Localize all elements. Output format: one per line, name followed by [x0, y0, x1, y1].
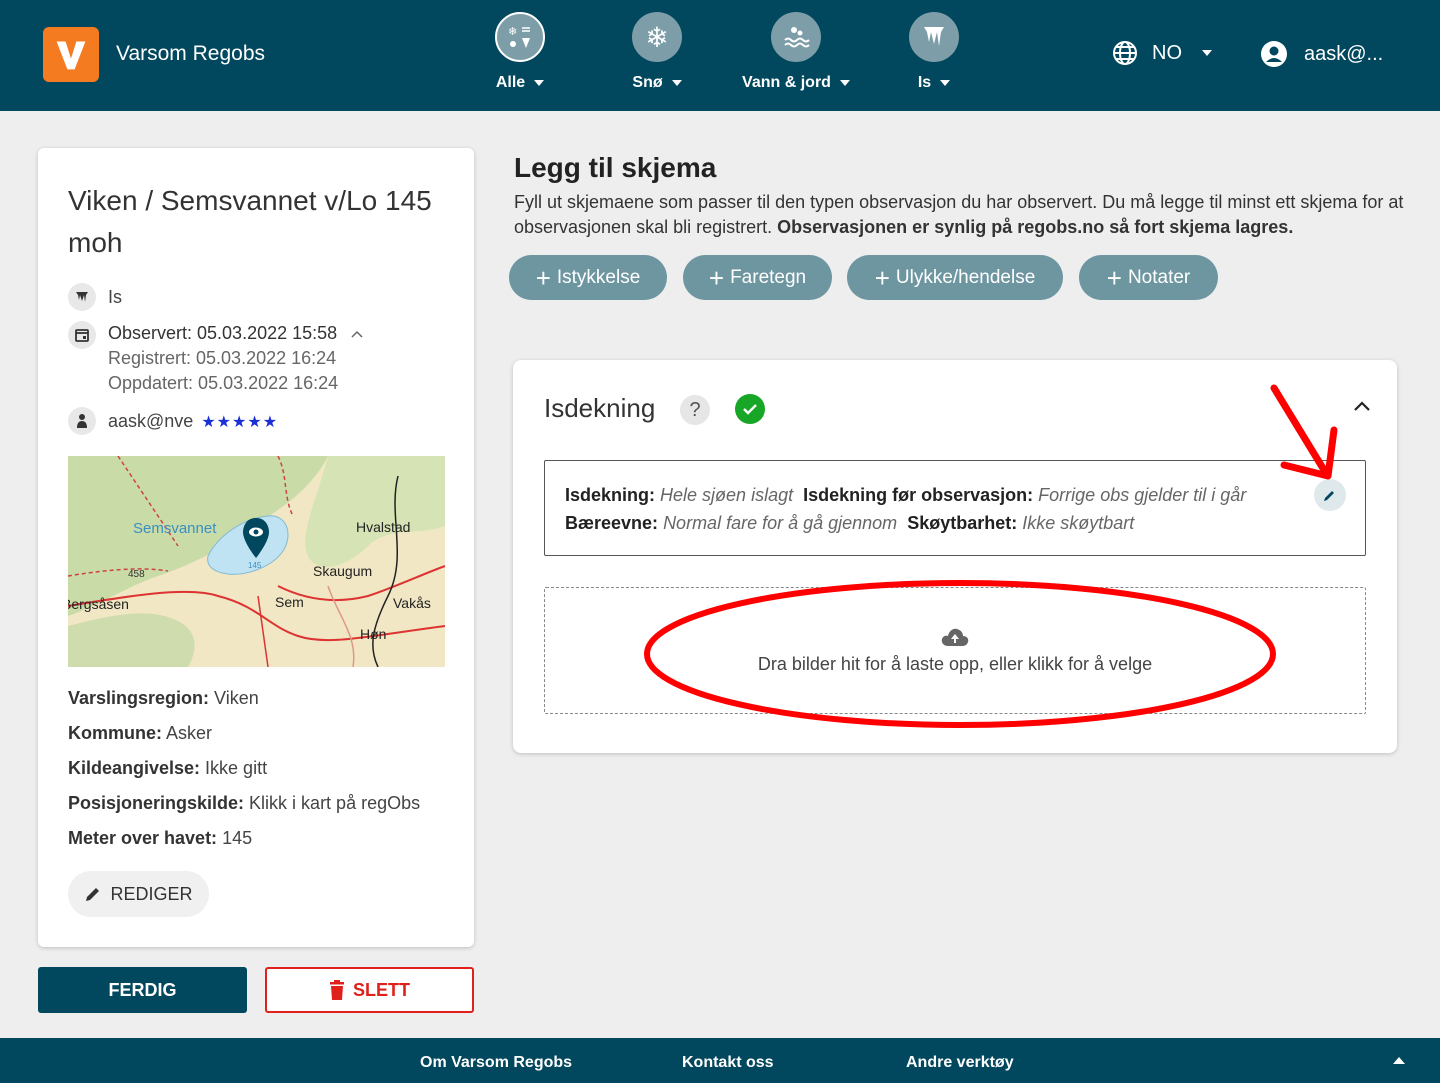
- edit-location-button[interactable]: REDIGER: [68, 871, 209, 917]
- location-map[interactable]: Semsvannet 458 145 Hvalstad Skaugum Sem …: [68, 456, 445, 667]
- nav-vann-jord[interactable]: Vann & jord: [736, 12, 856, 92]
- v-logo-icon: [56, 41, 86, 69]
- field-value: Forrige obs gjelder til i går: [1038, 485, 1247, 505]
- nav-is[interactable]: Is: [874, 12, 994, 92]
- varsom-logo[interactable]: [43, 27, 99, 82]
- observation-type-row: Is: [68, 283, 122, 311]
- user-menu[interactable]: aask@...: [1260, 40, 1383, 68]
- prop-meter-over-havet: Meter over havet: 145: [68, 828, 253, 848]
- section-title: Legg til skjema: [514, 152, 717, 183]
- calendar-icon: [68, 321, 96, 349]
- nav-sno[interactable]: ❄ Snø: [597, 12, 717, 92]
- icicle-icon: [68, 283, 96, 311]
- map-place-label: Sem: [275, 594, 304, 610]
- footer-link-kontakt[interactable]: Kontakt oss: [682, 1054, 774, 1072]
- map-place-label: Høn: [360, 626, 386, 642]
- field-value: Normal fare for å gå gjennom: [663, 513, 898, 533]
- field-key: Isdekning før observasjon:: [803, 485, 1034, 505]
- water-earth-icon: [771, 12, 821, 62]
- registered-date: Registrert: 05.03.2022 16:24: [108, 348, 337, 368]
- chevron-down-icon: [534, 80, 545, 86]
- observed-date: Observert: 05.03.2022 15:58: [108, 323, 338, 343]
- map-place-label: Bergsåsen: [68, 596, 129, 612]
- icicle-icon: [909, 12, 959, 62]
- language-code: NO: [1152, 41, 1182, 64]
- user-name: aask@...: [1304, 42, 1384, 65]
- nav-alle[interactable]: ❄ Alle: [460, 12, 580, 92]
- chevron-up-icon[interactable]: [1393, 1057, 1405, 1064]
- field-value: Hele sjøen islagt: [660, 485, 794, 505]
- language-selector[interactable]: NO: [1112, 40, 1212, 66]
- form-title: Isdekning: [544, 393, 656, 423]
- location-card: Viken / Semsvannet v/Lo 145 moh Is Obser…: [38, 148, 474, 947]
- prop-varslingsregion: Varslingsregion: Viken: [68, 688, 259, 708]
- field-value: Ikke skøytbart: [1022, 513, 1135, 533]
- person-icon: [68, 407, 96, 435]
- map-lake-elevation: 145: [248, 561, 262, 570]
- image-upload-dropzone[interactable]: Dra bilder hit for å laste opp, eller kl…: [544, 587, 1366, 714]
- field-key: Bæreevne:: [565, 513, 659, 533]
- add-faretegn-button[interactable]: + Faretegn: [683, 255, 832, 300]
- snowflake-icon: ❄: [632, 12, 682, 62]
- account-circle-icon: [1261, 41, 1287, 67]
- svg-text:❄: ❄: [508, 25, 517, 38]
- field-key: Skøytbarhet:: [907, 513, 1018, 533]
- app-footer: Om Varsom Regobs Kontakt oss Andre verkt…: [0, 1038, 1440, 1083]
- delete-button[interactable]: SLETT: [265, 967, 474, 1013]
- chevron-down-icon: [839, 80, 850, 86]
- location-title: Viken / Semsvannet v/Lo 145 moh: [68, 185, 432, 258]
- updated-date: Oppdatert: 05.03.2022 16:24: [108, 373, 339, 393]
- done-button[interactable]: FERDIG: [38, 967, 247, 1013]
- nav-label-is: Is: [917, 74, 932, 91]
- chevron-down-icon: [940, 80, 951, 86]
- map-place-label: Hvalstad: [356, 519, 410, 535]
- globe-icon: [1113, 41, 1137, 65]
- map-place-label: Vakås: [393, 595, 431, 611]
- add-ulykke-button[interactable]: + Ulykke/hendelse: [847, 255, 1063, 300]
- plus-icon: +: [1106, 262, 1122, 293]
- date-row: Observert: 05.03.2022 15:58 Registrert: …: [68, 321, 364, 396]
- competence-stars: ★★★★★: [201, 414, 279, 431]
- map-lake-label: Semsvannet: [133, 520, 217, 537]
- chevron-down-icon: [671, 80, 682, 86]
- pencil-icon: [1324, 491, 1334, 501]
- isdekning-form-card: Isdekning ? Isdekning: Hele sjøen islagt…: [513, 360, 1397, 753]
- isdekning-summary: Isdekning: Hele sjøen islagt Isdekning f…: [544, 460, 1366, 556]
- map-elevation-label: 458: [128, 569, 145, 580]
- footer-link-verktoy[interactable]: Andre verktøy: [906, 1054, 1014, 1072]
- help-icon[interactable]: ?: [680, 395, 710, 425]
- plus-icon: +: [535, 262, 551, 293]
- prop-kildeangivelse: Kildeangivelse: Ikke gitt: [68, 758, 268, 778]
- field-key: Isdekning:: [565, 485, 656, 505]
- nav-label-vann-jord: Vann & jord: [742, 74, 831, 91]
- section-description: Fyll ut skjemaene som passer til den typ…: [514, 192, 1404, 237]
- plus-icon: +: [708, 262, 725, 293]
- map-place-label: Skaugum: [313, 563, 372, 579]
- observer-row: aask@nve ★★★★★: [68, 407, 278, 437]
- nav-label-alle: Alle: [495, 74, 526, 91]
- trash-icon: [330, 980, 344, 1000]
- add-notater-button[interactable]: + Notater: [1079, 255, 1218, 300]
- nav-label-sno: Snø: [632, 74, 663, 91]
- chevron-up-icon[interactable]: [1351, 395, 1373, 417]
- app-header: Varsom Regobs ❄ Alle ❄ Snø Vann & jord I…: [0, 0, 1440, 111]
- chevron-down-icon: [1202, 50, 1212, 56]
- observer-name[interactable]: aask@nve: [108, 411, 193, 431]
- footer-link-om[interactable]: Om Varsom Regobs: [420, 1054, 572, 1072]
- observation-type: Is: [108, 287, 123, 307]
- add-istykkelse-button[interactable]: + Istykkelse: [509, 255, 667, 300]
- plus-icon: +: [874, 262, 890, 293]
- chevron-up-icon[interactable]: [350, 329, 364, 339]
- prop-posisjoneringskilde: Posisjoneringskilde: Klikk i kart på reg…: [68, 793, 421, 813]
- all-categories-icon: ❄: [495, 12, 545, 62]
- cloud-upload-icon: [941, 628, 969, 646]
- pencil-icon: [86, 888, 100, 901]
- app-title: Varsom Regobs: [116, 42, 266, 65]
- prop-kommune: Kommune: Asker: [68, 723, 213, 743]
- edit-form-button[interactable]: [1314, 479, 1346, 511]
- check-circle-icon: [735, 394, 765, 424]
- upload-hint: Dra bilder hit for å laste opp, eller kl…: [757, 654, 1153, 674]
